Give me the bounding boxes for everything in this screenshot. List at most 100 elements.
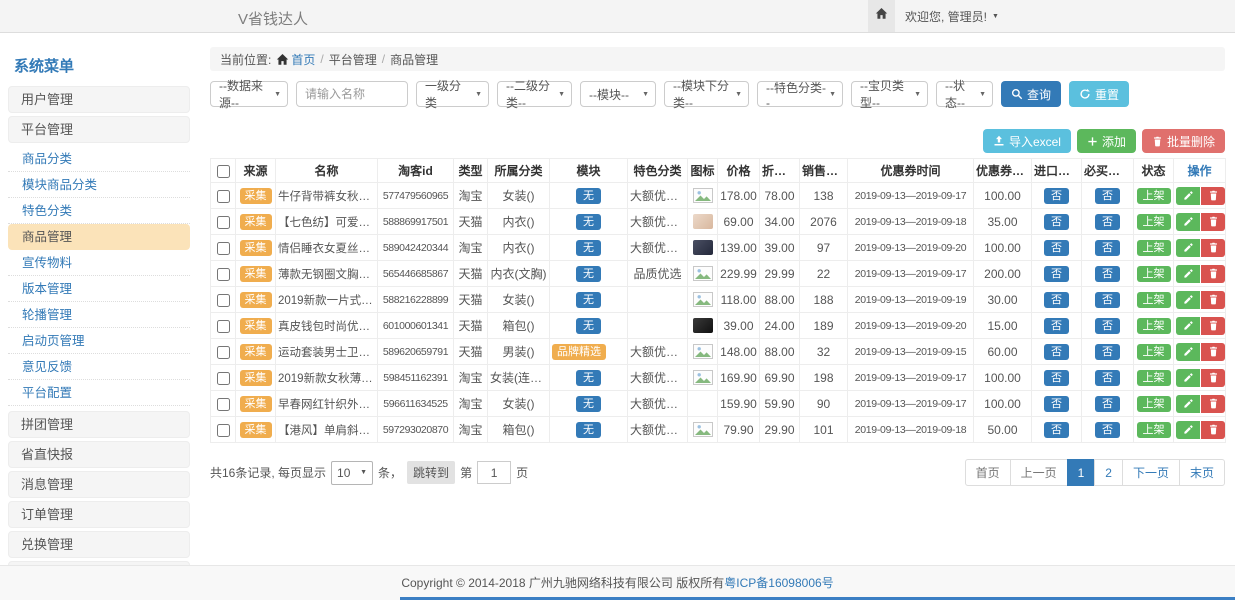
status-badge[interactable]: 上架 xyxy=(1137,370,1171,386)
status-badge[interactable]: 上架 xyxy=(1137,266,1171,282)
edit-button[interactable] xyxy=(1176,265,1200,283)
import-flag-badge[interactable]: 否 xyxy=(1044,266,1069,282)
sidebar-group[interactable]: 拼团管理 xyxy=(8,411,190,438)
must-buy-badge[interactable]: 否 xyxy=(1095,188,1120,204)
reset-button[interactable]: 重置 xyxy=(1069,81,1129,107)
sidebar-item[interactable]: 平台配置 xyxy=(8,380,190,406)
status-badge[interactable]: 上架 xyxy=(1137,344,1171,360)
edit-button[interactable] xyxy=(1176,317,1200,335)
item-type-select[interactable]: --宝贝类型--▼ xyxy=(851,81,928,107)
sidebar-group[interactable]: 订单管理 xyxy=(8,501,190,528)
edit-button[interactable] xyxy=(1176,239,1200,257)
module-select[interactable]: --模块--▼ xyxy=(580,81,656,107)
row-checkbox[interactable] xyxy=(217,346,230,359)
sidebar-group[interactable]: 兑换管理 xyxy=(8,531,190,558)
breadcrumb-home-link[interactable]: 首页 xyxy=(276,51,315,68)
edit-button[interactable] xyxy=(1176,421,1200,439)
edit-button[interactable] xyxy=(1176,369,1200,387)
must-buy-badge[interactable]: 否 xyxy=(1095,344,1120,360)
row-checkbox[interactable] xyxy=(217,242,230,255)
row-checkbox[interactable] xyxy=(217,320,230,333)
page-number-input[interactable] xyxy=(477,461,511,484)
status-badge[interactable]: 上架 xyxy=(1137,292,1171,308)
sidebar-group[interactable]: 省直快报 xyxy=(8,441,190,468)
row-checkbox[interactable] xyxy=(217,398,230,411)
batch-delete-button[interactable]: 批量删除 xyxy=(1142,129,1225,153)
import-flag-badge[interactable]: 否 xyxy=(1044,396,1069,412)
edit-button[interactable] xyxy=(1176,395,1200,413)
sidebar-item[interactable]: 特色分类 xyxy=(8,198,190,224)
must-buy-badge[interactable]: 否 xyxy=(1095,266,1120,282)
per-page-select[interactable]: 10▼ xyxy=(331,461,373,485)
user-menu[interactable]: 欢迎您, 管理员! ▼ xyxy=(905,0,999,32)
delete-button[interactable] xyxy=(1201,187,1225,205)
must-buy-badge[interactable]: 否 xyxy=(1095,396,1120,412)
pager-page-1[interactable]: 1 xyxy=(1067,459,1096,486)
sidebar-item[interactable]: 版本管理 xyxy=(8,276,190,302)
row-checkbox[interactable] xyxy=(217,294,230,307)
sidebar-item[interactable]: 意见反馈 xyxy=(8,354,190,380)
sidebar-group-users[interactable]: 用户管理 xyxy=(8,86,190,113)
status-badge[interactable]: 上架 xyxy=(1137,318,1171,334)
sidebar-item[interactable]: 启动页管理 xyxy=(8,328,190,354)
delete-button[interactable] xyxy=(1201,343,1225,361)
status-badge[interactable]: 上架 xyxy=(1137,240,1171,256)
edit-button[interactable] xyxy=(1176,213,1200,231)
level2-category-select[interactable]: --二级分类--▼ xyxy=(497,81,572,107)
delete-button[interactable] xyxy=(1201,239,1225,257)
level1-category-select[interactable]: 一级分类▼ xyxy=(416,81,489,107)
edit-button[interactable] xyxy=(1176,343,1200,361)
status-badge[interactable]: 上架 xyxy=(1137,188,1171,204)
status-badge[interactable]: 上架 xyxy=(1137,422,1171,438)
import-flag-badge[interactable]: 否 xyxy=(1044,240,1069,256)
must-buy-badge[interactable]: 否 xyxy=(1095,240,1120,256)
status-badge[interactable]: 上架 xyxy=(1137,214,1171,230)
delete-button[interactable] xyxy=(1201,395,1225,413)
sidebar-item[interactable]: 轮播管理 xyxy=(8,302,190,328)
pager-next[interactable]: 下一页 xyxy=(1122,459,1180,486)
delete-button[interactable] xyxy=(1201,213,1225,231)
sidebar-item-current[interactable]: 商品管理 xyxy=(8,224,190,250)
delete-button[interactable] xyxy=(1201,291,1225,309)
sidebar-group[interactable]: 消息管理 xyxy=(8,471,190,498)
module-sub-select[interactable]: --模块下分类--▼ xyxy=(664,81,749,107)
jump-button[interactable]: 跳转到 xyxy=(407,461,455,484)
import-flag-badge[interactable]: 否 xyxy=(1044,318,1069,334)
row-checkbox[interactable] xyxy=(217,372,230,385)
edit-button[interactable] xyxy=(1176,187,1200,205)
must-buy-badge[interactable]: 否 xyxy=(1095,422,1120,438)
data-source-select[interactable]: --数据来源--▼ xyxy=(210,81,288,107)
row-checkbox[interactable] xyxy=(217,268,230,281)
name-search-input[interactable] xyxy=(296,81,408,107)
pager-last[interactable]: 末页 xyxy=(1179,459,1225,486)
must-buy-badge[interactable]: 否 xyxy=(1095,370,1120,386)
edit-button[interactable] xyxy=(1176,291,1200,309)
home-button[interactable] xyxy=(868,0,895,32)
row-checkbox[interactable] xyxy=(217,424,230,437)
import-flag-badge[interactable]: 否 xyxy=(1044,422,1069,438)
sidebar-group-platform[interactable]: 平台管理 xyxy=(8,116,190,143)
select-all-checkbox[interactable] xyxy=(217,165,230,178)
sidebar-item[interactable]: 商品分类 xyxy=(8,146,190,172)
import-flag-badge[interactable]: 否 xyxy=(1044,370,1069,386)
status-badge[interactable]: 上架 xyxy=(1137,396,1171,412)
sidebar-item[interactable]: 宣传物料 xyxy=(8,250,190,276)
icp-link[interactable]: 粤ICP备16098006号 xyxy=(724,576,833,590)
row-checkbox[interactable] xyxy=(217,216,230,229)
must-buy-badge[interactable]: 否 xyxy=(1095,214,1120,230)
search-button[interactable]: 查询 xyxy=(1001,81,1061,107)
status-select[interactable]: --状态--▼ xyxy=(936,81,993,107)
delete-button[interactable] xyxy=(1201,317,1225,335)
delete-button[interactable] xyxy=(1201,369,1225,387)
import-flag-badge[interactable]: 否 xyxy=(1044,214,1069,230)
import-flag-badge[interactable]: 否 xyxy=(1044,344,1069,360)
delete-button[interactable] xyxy=(1201,265,1225,283)
must-buy-badge[interactable]: 否 xyxy=(1095,318,1120,334)
pager-first[interactable]: 首页 xyxy=(965,459,1011,486)
pager-prev[interactable]: 上一页 xyxy=(1010,459,1068,486)
import-flag-badge[interactable]: 否 xyxy=(1044,188,1069,204)
delete-button[interactable] xyxy=(1201,421,1225,439)
must-buy-badge[interactable]: 否 xyxy=(1095,292,1120,308)
sidebar-item[interactable]: 模块商品分类 xyxy=(8,172,190,198)
row-checkbox[interactable] xyxy=(217,190,230,203)
